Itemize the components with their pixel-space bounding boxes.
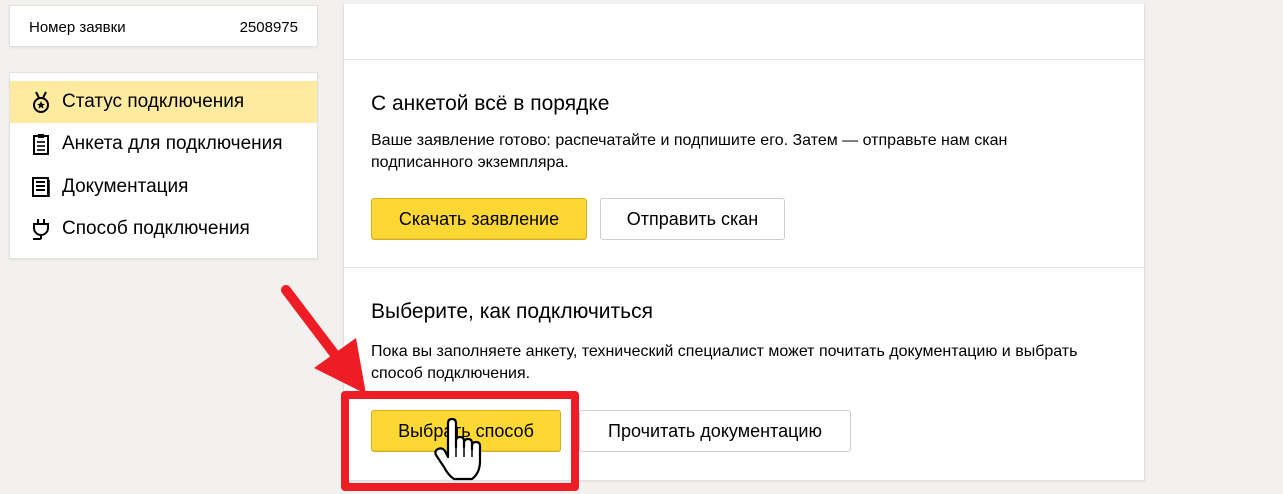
clipboard-icon bbox=[30, 132, 52, 156]
section-title: Выберите, как подключиться bbox=[371, 300, 653, 323]
read-documentation-button[interactable]: Прочитать документацию bbox=[579, 410, 851, 452]
sidebar-item-label: Статус подключения bbox=[62, 91, 245, 112]
order-number-card: Номер заявки 2508975 bbox=[9, 5, 318, 47]
section-title: С анкетой всё в порядке bbox=[371, 92, 610, 115]
sidebar-item-documentation[interactable]: Документация bbox=[10, 166, 317, 208]
divider bbox=[344, 59, 1144, 60]
document-icon bbox=[30, 175, 52, 199]
sidebar-item-label: Анкета для подключения bbox=[62, 133, 283, 154]
sidebar-item-label: Способ подключения bbox=[62, 218, 250, 239]
sidebar-item-connection-method[interactable]: Способ подключения bbox=[10, 208, 317, 250]
download-application-button[interactable]: Скачать заявление bbox=[371, 198, 587, 240]
red-arrow-icon bbox=[281, 285, 366, 394]
plug-icon bbox=[30, 217, 52, 241]
sidebar-item-label: Документация bbox=[62, 176, 189, 197]
section-text: Пока вы заполняете анкету, технический с… bbox=[371, 343, 1078, 382]
order-number-value: 2508975 bbox=[239, 19, 298, 36]
sidebar-nav: Статус подключения Анкета для подключени… bbox=[9, 72, 318, 259]
section-text: Ваше заявление готово: распечатайте и по… bbox=[371, 132, 1008, 171]
sidebar-item-form[interactable]: Анкета для подключения bbox=[10, 123, 317, 165]
order-number-label: Номер заявки bbox=[29, 19, 126, 36]
divider bbox=[344, 267, 1144, 268]
hand-cursor-icon bbox=[434, 417, 482, 481]
sidebar-item-status[interactable]: Статус подключения bbox=[10, 81, 317, 123]
medal-icon bbox=[30, 90, 52, 114]
send-scan-button[interactable]: Отправить скан bbox=[600, 198, 785, 240]
